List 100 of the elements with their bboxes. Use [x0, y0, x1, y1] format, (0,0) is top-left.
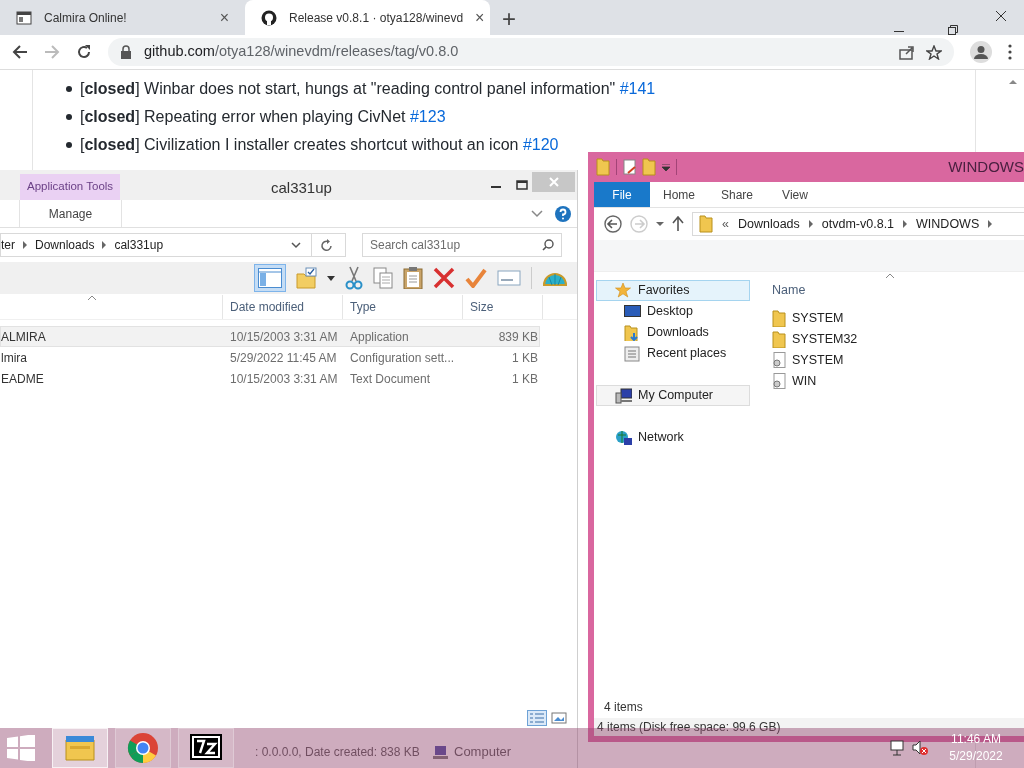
taskbar-button[interactable] [178, 728, 234, 768]
breadcrumb-overflow[interactable]: « [722, 214, 729, 234]
monitor-icon [624, 303, 641, 320]
browser-tab[interactable]: Calmira Online! × [0, 0, 245, 35]
document-icon [624, 345, 641, 362]
breadcrumb[interactable]: Downloads [737, 214, 800, 234]
clock[interactable]: 11:46 AM 5/29/2022 [928, 731, 1024, 765]
ribbon-tab[interactable]: Share [708, 182, 766, 207]
breadcrumb[interactable]: cal331up [114, 236, 164, 254]
caret-icon[interactable] [656, 222, 664, 226]
tab-close-button[interactable]: × [475, 5, 485, 30]
pane-layout-icon [258, 268, 282, 288]
muted-speaker-icon[interactable] [912, 740, 928, 756]
thumbnail-view-icon[interactable] [551, 710, 567, 726]
tab-close-button[interactable]: × [219, 5, 229, 30]
status-text: 4 items (Disk free space: 99.6 GB) [597, 719, 781, 736]
window-icon [16, 10, 32, 25]
back-circle-icon[interactable] [604, 215, 622, 233]
tab-title: Calmira Online! [44, 9, 128, 27]
breadcrumb[interactable]: ter [1, 236, 15, 254]
ribbon-tab[interactable]: File [594, 182, 650, 207]
nav-item[interactable]: My Computer [596, 385, 750, 406]
lock-icon [120, 45, 132, 59]
type-cell-text: Text Document [349, 370, 432, 388]
breadcrumb-arrow-icon [23, 241, 27, 249]
issue-link[interactable]: #123 [409, 108, 446, 125]
reload-icon[interactable] [76, 44, 92, 60]
issue-text: [closed] Winbar does not start, hungs at "reading control panel information" #141 [80, 79, 656, 99]
restore-icon[interactable] [948, 25, 958, 35]
breadcrumb[interactable]: otvdm-v0.8.1 [821, 214, 895, 234]
clipboard-icon[interactable] [403, 267, 423, 289]
maximize-icon[interactable] [516, 180, 528, 190]
nav-item[interactable]: Favorites [596, 280, 750, 301]
column-header[interactable]: Type [342, 295, 462, 319]
copy-icon[interactable] [373, 267, 393, 289]
file-item[interactable]: SYSTEM [772, 350, 1024, 371]
date-cell-text: 10/15/2003 3:31 AM [229, 370, 339, 388]
start-windows-icon[interactable] [7, 735, 35, 761]
folder-check-icon[interactable] [296, 267, 317, 289]
search-field[interactable]: Search cal331up [362, 233, 562, 257]
scissors-icon[interactable] [345, 266, 363, 290]
breadcrumb[interactable]: Downloads [35, 236, 95, 254]
file-item[interactable]: SYSTEM [772, 308, 1024, 329]
breadcrumb[interactable]: WINDOWS [916, 214, 980, 234]
profile-icon[interactable] [970, 41, 992, 63]
new-tab-button[interactable]: + [502, 7, 516, 31]
scroll-up-icon [1008, 78, 1018, 86]
help-icon[interactable] [555, 205, 571, 222]
close-icon [996, 11, 1006, 21]
window-title: cal331up [271, 178, 332, 198]
chevron-down-icon[interactable] [531, 209, 543, 218]
nav-item[interactable]: Downloads [596, 322, 746, 343]
context-tab[interactable]: Application Tools [20, 174, 121, 200]
tab-title: Release v0.8.1 · otya128/winevd [289, 9, 464, 27]
globe-icon [615, 429, 632, 446]
ribbon-tab[interactable]: View [766, 182, 824, 207]
up-arrow-icon[interactable] [672, 216, 684, 232]
settings-file-icon [772, 352, 786, 369]
window-title: WINDOWS [948, 156, 1024, 177]
address-bar[interactable]: « Downloads otvdm-v0.8.1 WINDOWS [692, 212, 1024, 236]
network-tray-icon[interactable] [890, 740, 904, 756]
address-bar[interactable]: ter Downloads cal331up [0, 233, 346, 257]
ribbon-tab[interactable]: Home [650, 182, 708, 207]
share-icon[interactable] [899, 44, 914, 60]
checkmark-icon[interactable] [465, 268, 487, 288]
browser-tab[interactable]: Release v0.8.1 · otya128/winevd × [245, 0, 490, 35]
layout-button[interactable] [254, 264, 286, 292]
ribbon-tab[interactable]: Manage [20, 200, 122, 227]
computer-icon [615, 387, 632, 404]
close-icon [548, 177, 559, 187]
issue-link[interactable]: #141 [619, 80, 656, 97]
file-name: lmira [1, 349, 28, 367]
properties-icon[interactable] [623, 159, 636, 175]
nav-item[interactable]: Recent places [596, 343, 746, 364]
chevron-down-icon[interactable] [291, 241, 301, 249]
size-cell-text: 1 KB [511, 349, 538, 367]
chrome-icon [127, 732, 159, 764]
delete-x-icon[interactable] [433, 267, 455, 289]
breadcrumb-arrow-icon [988, 220, 993, 228]
file-row[interactable]: ALMIRA 10/15/2003 3:31 AM Application 839 KB [0, 326, 540, 347]
search-icon [542, 239, 554, 251]
nav-item[interactable]: Desktop [596, 301, 746, 322]
bookmark-star-icon[interactable] [926, 44, 942, 60]
nav-item[interactable]: Network [596, 427, 750, 448]
refresh-icon[interactable] [320, 238, 333, 252]
status-text: Computer [454, 743, 512, 761]
address-field[interactable]: github.com/otya128/winevdm/releases/tag/v0.8.0 [108, 38, 954, 66]
file-item[interactable]: WIN [772, 371, 1024, 392]
type-cell-text: Application [349, 328, 410, 346]
issue-link[interactable]: #120 [522, 136, 559, 153]
file-row[interactable]: EADME 10/15/2003 3:31 AM Text Document 1 KB [0, 368, 540, 389]
file-row[interactable]: lmira 5/29/2022 11:45 AM Configuration sett... 1 KB [0, 347, 540, 368]
search-input[interactable]: Search cal331up [370, 236, 542, 254]
file-item[interactable]: SYSTEM32 [772, 329, 1024, 350]
caret-icon[interactable] [327, 275, 335, 281]
column-header[interactable]: Name [772, 278, 1024, 302]
menu-icon[interactable] [1008, 44, 1012, 60]
column-header[interactable]: Size [462, 295, 542, 319]
column-header[interactable]: Date modified [222, 295, 342, 319]
back-arrow-icon[interactable] [12, 44, 28, 60]
